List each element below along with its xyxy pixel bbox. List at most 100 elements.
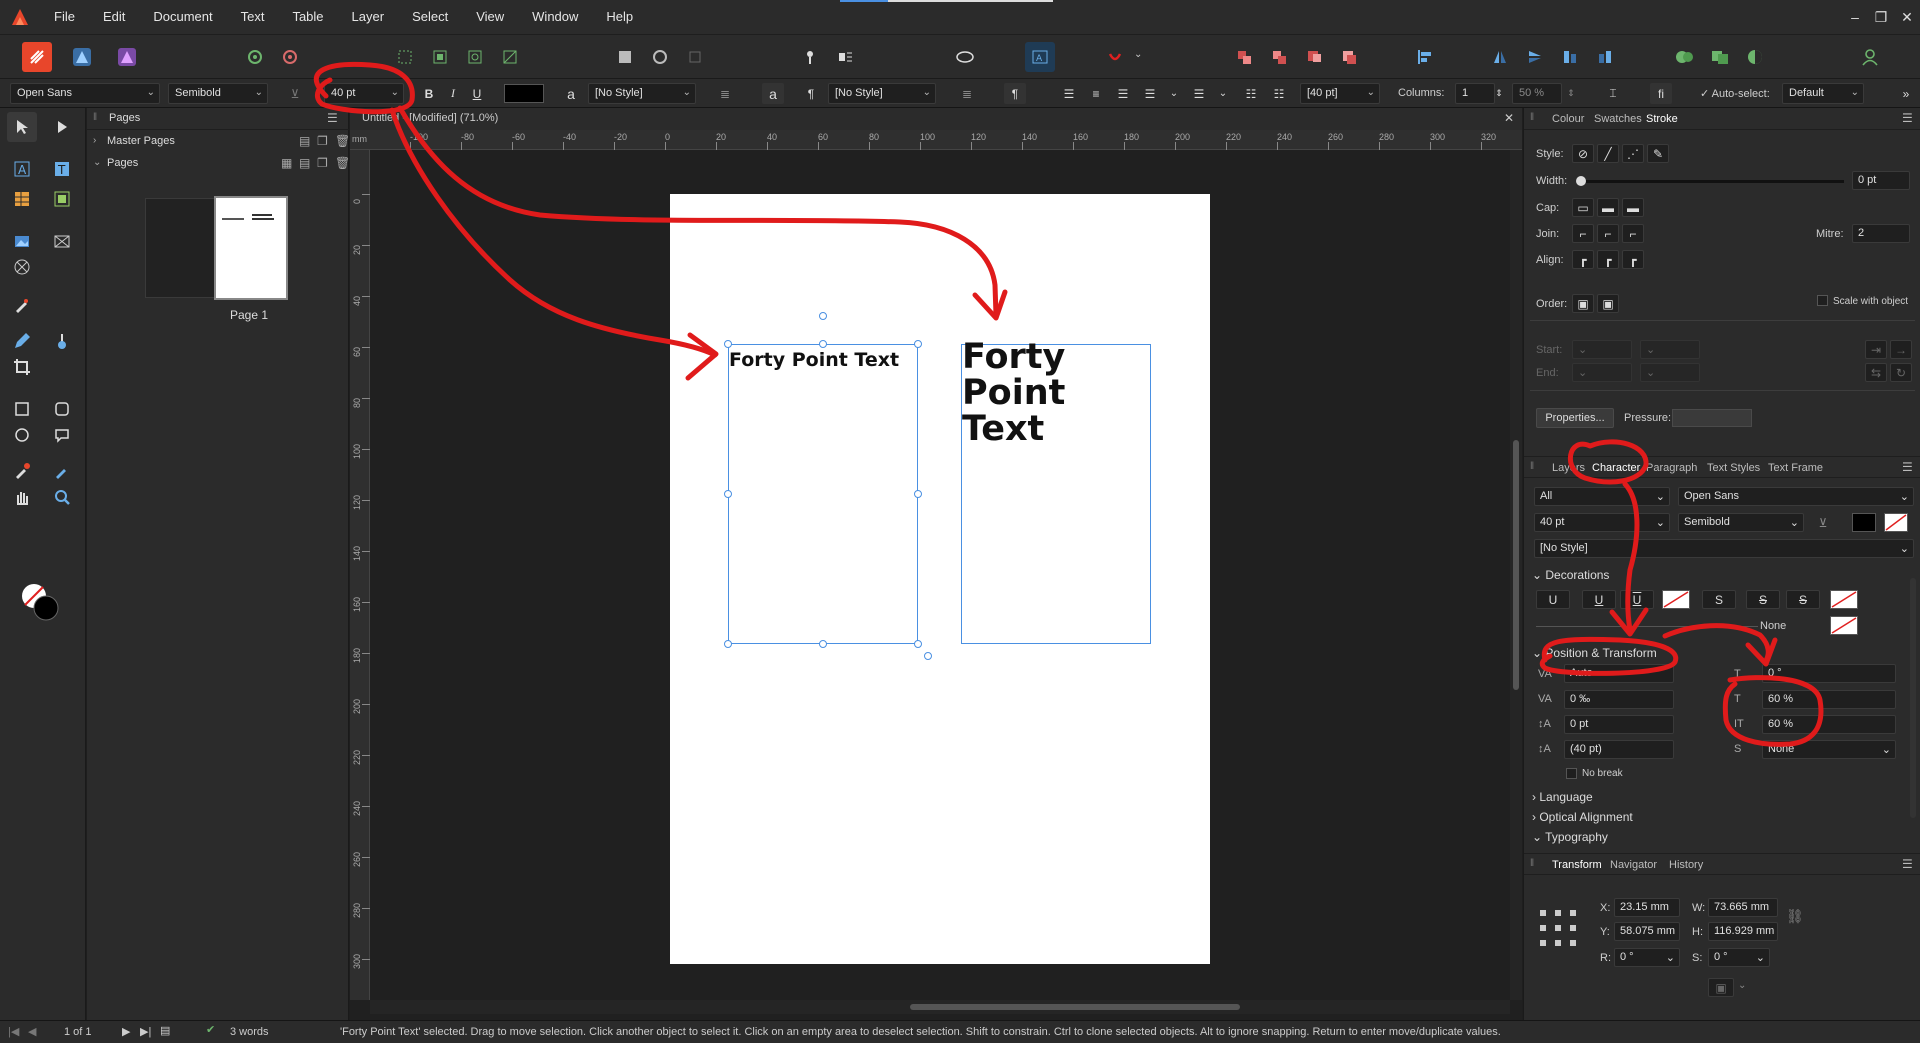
preview-mode-icon[interactable]	[645, 42, 675, 72]
baseline-dropdown-chevron-icon[interactable]: ⌄	[1134, 49, 1142, 60]
delete-master-icon[interactable]: 🗑	[335, 134, 350, 148]
vertical-ruler[interactable]: 0 20 40 60 80 100 120 140 160 180 200 220 240 260 280 3…	[350, 150, 370, 1000]
menu-document[interactable]: Document	[139, 0, 226, 34]
char-style-dropdown[interactable]: [No Style] ⌄	[588, 83, 696, 104]
text-frame-2[interactable]: Forty Point Text	[961, 339, 1151, 644]
vertical-scrollbar[interactable]	[1510, 150, 1522, 1000]
decoration-color-swatch[interactable]	[1830, 616, 1858, 635]
rotate-right-icon[interactable]	[1590, 42, 1620, 72]
bold-button[interactable]: B	[418, 83, 440, 104]
pilcrow-icon[interactable]: ¶	[800, 83, 822, 104]
start-scale-dropdown[interactable]: ⌄	[1640, 340, 1700, 359]
preflight-ok-icon[interactable]: ✔	[206, 1023, 215, 1036]
tab-layers[interactable]: Layers	[1552, 462, 1585, 474]
tab-colour[interactable]: Colour	[1552, 113, 1584, 125]
horizontal-scrollbar[interactable]	[370, 1000, 1510, 1014]
selection-handle[interactable]	[914, 490, 922, 498]
menu-layer[interactable]: Layer	[338, 0, 399, 34]
char-style-icon[interactable]: a	[560, 83, 582, 104]
tab-stroke[interactable]: Stroke	[1646, 113, 1678, 125]
arrange-backward-icon[interactable]	[1265, 42, 1295, 72]
duplicate-master-icon[interactable]: ❐	[317, 134, 328, 148]
move-tool-icon[interactable]	[7, 112, 37, 142]
vertical-scroll-thumb[interactable]	[1513, 440, 1519, 690]
preflight-gear-icon[interactable]	[275, 42, 305, 72]
tab-paragraph[interactable]: Paragraph	[1646, 462, 1697, 474]
join-miter-icon[interactable]: ⌐	[1572, 224, 1594, 243]
photo-persona-icon[interactable]	[112, 42, 142, 72]
page-options-icon[interactable]: ▦	[281, 156, 292, 170]
add-master-icon[interactable]: ▤	[299, 134, 310, 148]
no-break-checkbox[interactable]	[1566, 768, 1577, 779]
frame-text-tool-icon[interactable]: T	[47, 154, 77, 184]
font-family-dropdown[interactable]: Open Sans ⌄	[10, 83, 160, 104]
cap-square-icon[interactable]: ▬	[1622, 198, 1644, 217]
tab-navigator[interactable]: Navigator	[1610, 859, 1657, 871]
zoom-tool-icon[interactable]	[47, 482, 77, 512]
font-traits-icon[interactable]: ⊻	[284, 83, 306, 104]
tab-character[interactable]: Character	[1592, 462, 1640, 474]
arrow-end-icon[interactable]: →	[1890, 340, 1912, 359]
selection-handle[interactable]	[924, 652, 932, 660]
columns-stepper-icon[interactable]: ⇕	[1488, 83, 1510, 104]
horizontal-scroll-thumb[interactable]	[910, 1004, 1240, 1010]
chevron-down-icon[interactable]: ⌄	[93, 157, 101, 168]
character-style-field[interactable]: [No Style] ⌄	[1534, 539, 1914, 558]
vertical-align-chevron-icon[interactable]: ⌄	[1212, 83, 1234, 104]
underline-single-icon[interactable]: U	[1536, 590, 1570, 609]
user-account-icon[interactable]	[1855, 42, 1885, 72]
char-fill-swatch[interactable]	[1852, 513, 1876, 532]
shear-transform-field[interactable]: 0 ° ⌄	[1708, 948, 1770, 967]
document-tab[interactable]: Untitled - [Modified] (71.0%) ✕	[350, 108, 1522, 130]
arrange-front-icon[interactable]	[1335, 42, 1365, 72]
character-panel-scrollbar[interactable]	[1910, 578, 1916, 818]
rotation-field[interactable]: 0 ° ⌄	[1614, 948, 1680, 967]
shear-field[interactable]: 0 °	[1762, 664, 1896, 683]
snap-geometry-icon[interactable]	[495, 42, 525, 72]
duplicate-page-icon[interactable]: ❐	[317, 156, 328, 170]
stroke-none-icon[interactable]: ⊘	[1572, 144, 1594, 163]
pressure-graph[interactable]	[1672, 409, 1752, 427]
minimize-icon[interactable]: –	[1842, 9, 1868, 25]
strikethrough-icon[interactable]: S	[1702, 590, 1736, 609]
arrange-back-icon[interactable]	[1230, 42, 1260, 72]
selection-handle[interactable]	[819, 312, 827, 320]
panel-menu-icon[interactable]: ☰	[1902, 460, 1913, 474]
align-inside-stroke-icon[interactable]: ┏	[1597, 250, 1619, 269]
text-color-swatch[interactable]	[504, 84, 544, 103]
end-scale-dropdown[interactable]: ⌄	[1640, 363, 1700, 382]
decorations-section[interactable]: ⌄ Decorations	[1532, 568, 1609, 582]
horizontal-scale-field[interactable]: 60 %	[1762, 715, 1896, 734]
arrow-rotate-icon[interactable]: ↻	[1890, 363, 1912, 382]
master-pages-label[interactable]: Master Pages	[107, 135, 175, 147]
align-left-icon[interactable]	[1410, 42, 1440, 72]
mitre-input[interactable]: 2	[1852, 224, 1910, 243]
font-style-dropdown[interactable]: Semibold ⌄	[168, 83, 268, 104]
artistic-text-tool-icon[interactable]: A	[7, 154, 37, 184]
underline-color-swatch[interactable]	[1662, 590, 1690, 609]
char-style-options-icon[interactable]: ≣	[714, 83, 736, 104]
zoom-input[interactable]: 50 %	[1512, 83, 1562, 104]
delete-page-icon[interactable]: 🗑	[335, 156, 350, 170]
align-outside-stroke-icon[interactable]: ┏	[1622, 250, 1644, 269]
underline-double-icon[interactable]: U	[1620, 590, 1654, 609]
restore-icon[interactable]: ❐	[1868, 9, 1894, 26]
crop-tool-icon[interactable]	[7, 352, 37, 382]
place-image-icon[interactable]	[47, 226, 77, 256]
position-transform-section[interactable]: ⌄ Position & Transform	[1532, 646, 1657, 660]
stroke-dashed-icon[interactable]: ⋰	[1622, 144, 1644, 163]
optical-alignment-section[interactable]: › Optical Alignment	[1532, 810, 1633, 824]
typography-section[interactable]: ⌄ Typography	[1532, 830, 1608, 844]
menu-select[interactable]: Select	[398, 0, 462, 34]
node-tool-icon[interactable]	[47, 112, 77, 142]
width-slider-track[interactable]	[1580, 180, 1844, 183]
tab-swatches[interactable]: Swatches	[1594, 113, 1642, 125]
leading-field[interactable]: (40 pt)	[1564, 740, 1674, 759]
x-field[interactable]: 23.15 mm	[1614, 898, 1680, 917]
horizontal-ruler[interactable]: mm -100 -80 -60 -40 -20 0 20 40 60 80 100 120 140 160…	[350, 130, 1522, 150]
tracking-field[interactable]: 0 ‰	[1564, 690, 1674, 709]
y-field[interactable]: 58.075 mm	[1614, 922, 1680, 941]
menu-text[interactable]: Text	[227, 0, 279, 34]
strikethrough-single-icon[interactable]: S	[1746, 590, 1780, 609]
scale-with-object-checkbox[interactable]	[1817, 295, 1828, 306]
